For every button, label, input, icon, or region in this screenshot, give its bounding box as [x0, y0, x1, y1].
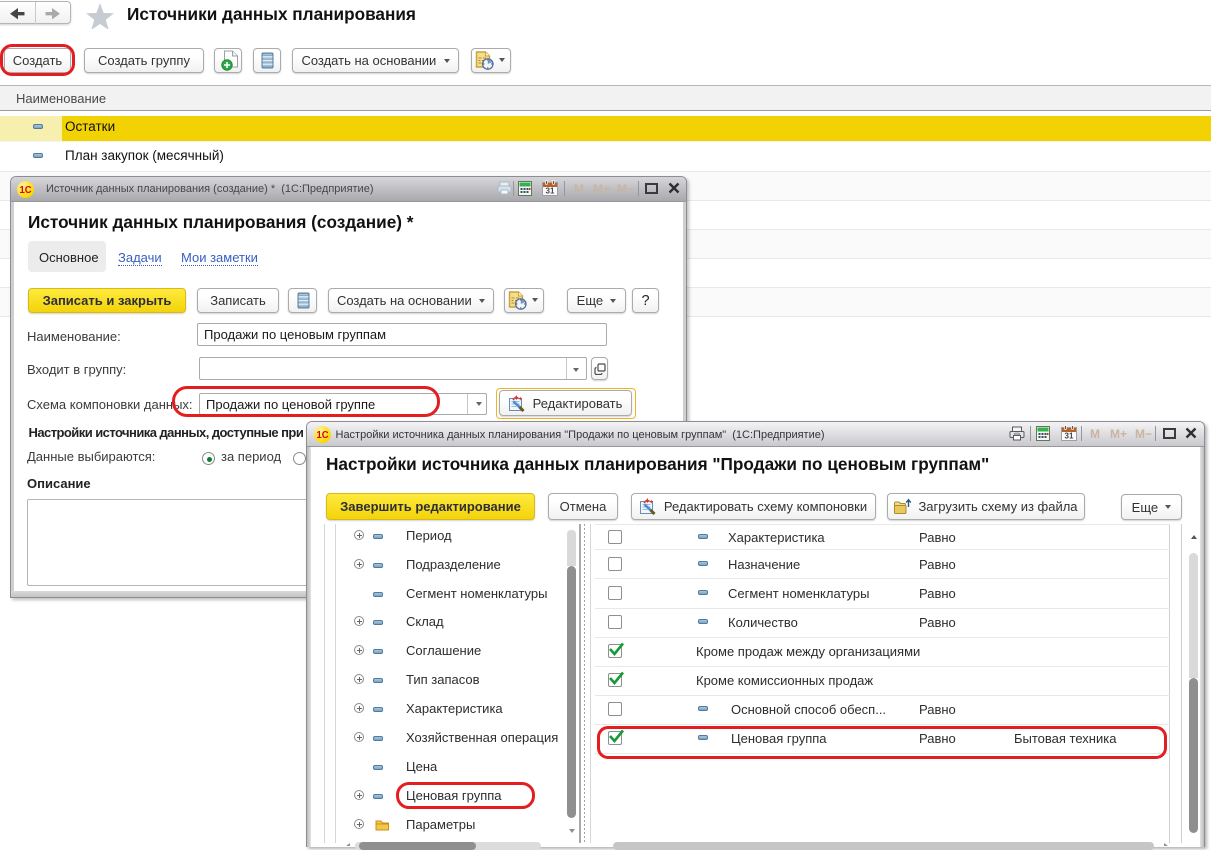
svg-text:31: 31: [1065, 432, 1074, 441]
svg-text:31: 31: [546, 187, 555, 196]
